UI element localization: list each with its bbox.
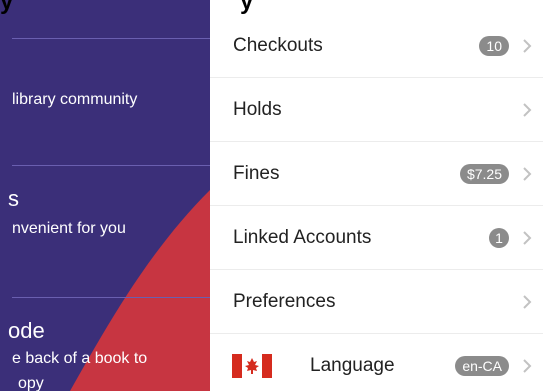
chevron-right-icon — [523, 294, 532, 309]
chevron-right-icon — [523, 102, 532, 117]
menu-item-language[interactable]: Language en-CA — [210, 334, 543, 391]
divider — [12, 165, 210, 166]
canada-flag-icon — [232, 353, 272, 378]
menu-item-label: Holds — [233, 98, 282, 120]
menu-list: Checkouts 10 Holds Fines $7.25 Linked Ac… — [210, 14, 543, 391]
chevron-right-icon — [523, 358, 532, 373]
chevron-right-icon — [523, 230, 532, 245]
menu-item-checkouts[interactable]: Checkouts 10 — [210, 14, 543, 78]
onboarding-heading-ode: ode — [8, 318, 45, 343]
onboarding-text-community: library community — [12, 91, 138, 108]
menu-item-label: Fines — [233, 162, 280, 184]
count-badge: 10 — [479, 35, 509, 56]
language-badge: en-CA — [455, 355, 509, 376]
amount-badge: $7.25 — [459, 163, 509, 184]
divider — [12, 297, 210, 298]
onboarding-text-back: e back of a book to — [12, 350, 148, 367]
onboarding-panel: y library community s nvenient for you o… — [0, 0, 210, 391]
menu-item-label: Linked Accounts — [233, 226, 372, 248]
menu-item-label: Preferences — [233, 290, 336, 312]
top-heading-fragment-left: y — [0, 0, 14, 15]
divider — [12, 38, 210, 39]
count-badge: 1 — [489, 227, 509, 248]
menu-item-holds[interactable]: Holds — [210, 78, 543, 142]
menu-item-preferences[interactable]: Preferences — [210, 270, 543, 334]
onboarding-text-convenient: nvenient for you — [12, 220, 126, 237]
chevron-right-icon — [523, 166, 532, 181]
account-menu: y Checkouts 10 Holds Fines $7.25 Linked … — [210, 0, 543, 391]
menu-item-fines[interactable]: Fines $7.25 — [210, 142, 543, 206]
app-screen: y library community s nvenient for you o… — [0, 0, 543, 391]
chevron-right-icon — [523, 38, 532, 53]
menu-item-linked-accounts[interactable]: Linked Accounts 1 — [210, 206, 543, 270]
menu-item-label: Checkouts — [233, 34, 323, 56]
onboarding-text-copy: opy — [18, 375, 44, 391]
onboarding-heading-s: s — [8, 186, 19, 211]
menu-item-label: Language — [310, 354, 395, 376]
